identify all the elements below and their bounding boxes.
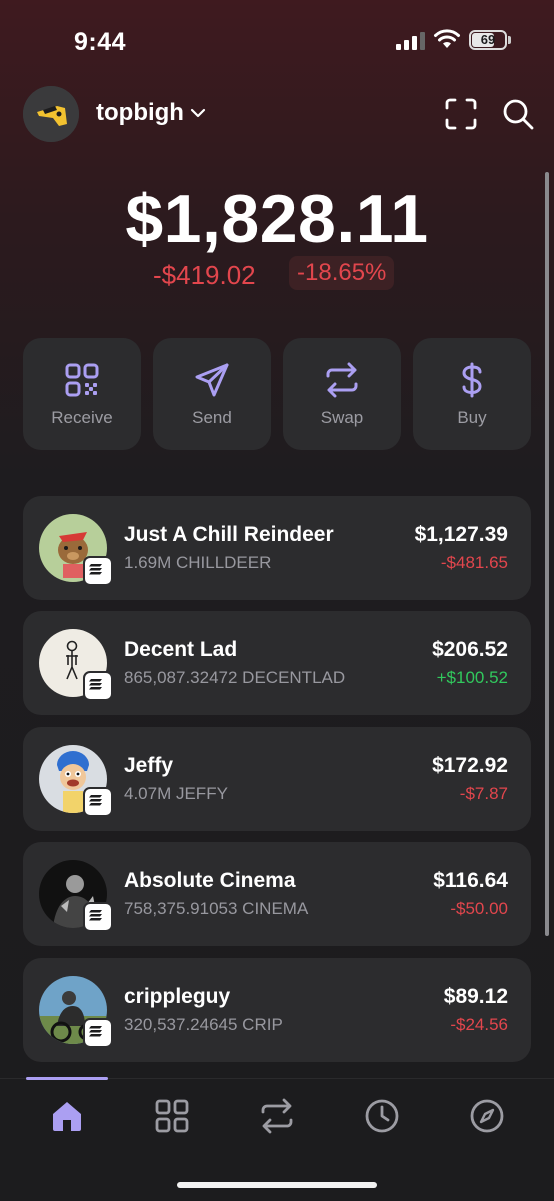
account-name[interactable]: topbigh [96, 99, 184, 127]
solana-chain-icon [83, 1018, 113, 1048]
swap-label: Swap [320, 408, 364, 427]
token-row[interactable]: Just A Chill Reindeer 1.69M CHILLDEER $1… [23, 496, 531, 600]
avatar[interactable] [23, 86, 79, 142]
buy-button[interactable]: Buy [413, 338, 531, 450]
token-name: Absolute Cinema [124, 869, 296, 892]
wifi-icon [434, 29, 460, 48]
home-indicator [177, 1182, 377, 1188]
token-quantity: 4.07M JEFFY [124, 784, 228, 803]
token-change: -$50.00 [450, 899, 508, 918]
home-icon[interactable] [49, 1098, 85, 1134]
clock-icon[interactable] [364, 1098, 400, 1134]
battery-cap [508, 36, 511, 44]
scan-qr-icon[interactable] [445, 98, 477, 130]
swap-tab-icon[interactable] [259, 1098, 295, 1134]
send-label: Send [192, 408, 232, 427]
token-quantity: 1.69M CHILLDEER [124, 553, 272, 572]
token-value: $172.92 [432, 754, 508, 777]
send-icon [195, 363, 229, 397]
grid-icon[interactable] [154, 1098, 190, 1134]
token-value: $206.52 [432, 638, 508, 661]
chevron-down-icon[interactable] [190, 107, 206, 119]
compass-icon[interactable] [469, 1098, 505, 1134]
battery-icon: 69 [469, 30, 507, 50]
scrollbar[interactable] [545, 172, 549, 936]
token-name: Just A Chill Reindeer [124, 523, 334, 546]
swap-icon [326, 362, 358, 398]
portfolio-change-amount: -$419.02 [153, 260, 256, 290]
token-quantity: 320,537.24645 CRIP [124, 1015, 283, 1034]
token-change: -$481.65 [440, 553, 508, 572]
token-name: crippleguy [124, 985, 231, 1008]
qr-code-icon [65, 363, 99, 397]
token-name: Decent Lad [124, 638, 238, 661]
cellular-signal-icon [396, 32, 425, 50]
portfolio-change-percent: -18.65% [289, 256, 395, 290]
solana-chain-icon [83, 671, 113, 701]
token-change: +$100.52 [436, 668, 508, 687]
token-value: $1,127.39 [414, 523, 508, 546]
send-button[interactable]: Send [153, 338, 271, 450]
receive-label: Receive [51, 408, 113, 427]
token-quantity: 758,375.91053 CINEMA [124, 899, 309, 918]
solana-chain-icon [83, 556, 113, 586]
token-row[interactable]: crippleguy 320,537.24645 CRIP $89.12 -$2… [23, 958, 531, 1062]
token-change: -$7.87 [459, 784, 508, 803]
buy-label: Buy [457, 408, 487, 427]
token-row[interactable]: Jeffy 4.07M JEFFY $172.92 -$7.87 [23, 727, 531, 831]
token-value: $89.12 [443, 985, 508, 1008]
token-row[interactable]: Decent Lad 865,087.32472 DECENTLAD $206.… [23, 611, 531, 715]
dollar-icon [462, 362, 482, 398]
solana-chain-icon [83, 787, 113, 817]
swap-button[interactable]: Swap [283, 338, 401, 450]
token-value: $116.64 [433, 869, 508, 892]
token-name: Jeffy [124, 754, 174, 777]
token-change: -$24.56 [450, 1015, 508, 1034]
search-icon[interactable] [502, 98, 534, 130]
portfolio-balance: $1,828.11 [125, 181, 429, 257]
token-row[interactable]: Absolute Cinema 758,375.91053 CINEMA $11… [23, 842, 531, 946]
receive-button[interactable]: Receive [23, 338, 141, 450]
solana-chain-icon [83, 902, 113, 932]
avatar-image [23, 86, 79, 142]
battery-percent: 69 [480, 32, 496, 47]
status-time: 9:44 [74, 28, 127, 56]
active-tab-indicator [26, 1077, 108, 1080]
token-quantity: 865,087.32472 DECENTLAD [124, 668, 346, 687]
